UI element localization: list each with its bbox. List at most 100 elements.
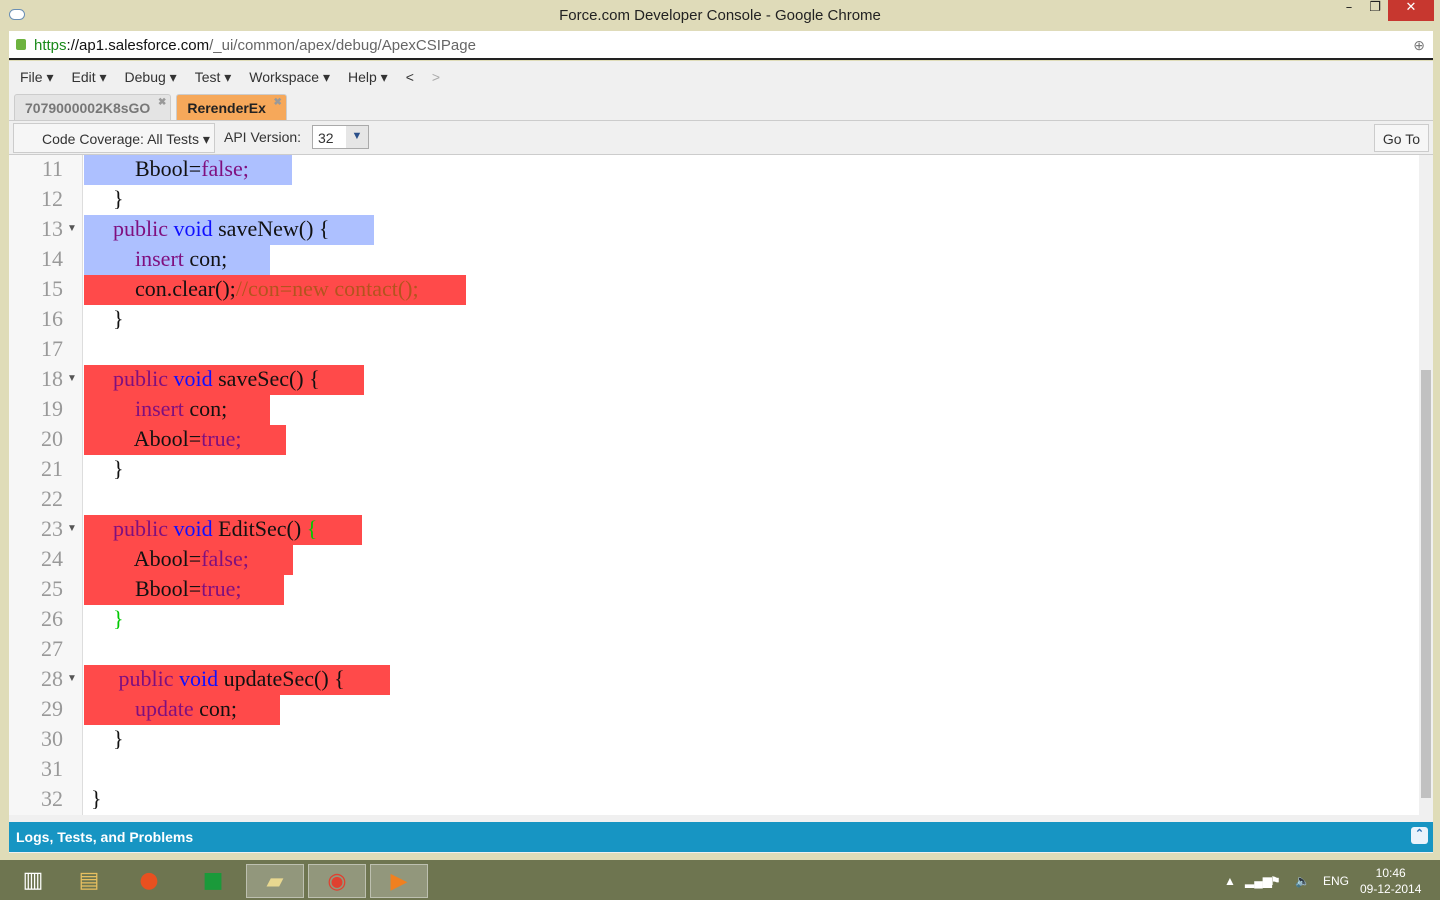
code-text: } — [91, 785, 102, 813]
code-line[interactable]: 15 con.clear();//con=new contact(); — [9, 275, 1417, 305]
code-line[interactable]: 26 } — [9, 605, 1417, 635]
fold-icon[interactable]: ▼ — [67, 665, 77, 693]
code-line[interactable]: 31 — [9, 755, 1417, 785]
menu-file[interactable]: File ▾ — [20, 69, 53, 86]
close-tab-icon[interactable]: ✖ — [158, 97, 166, 108]
menu-test[interactable]: Test ▾ — [195, 69, 232, 86]
line-number: 31 — [41, 756, 63, 781]
menu-debug[interactable]: Debug ▾ — [125, 69, 177, 86]
code-line[interactable]: 14 insert con; — [9, 245, 1417, 275]
code-token: saveNew() { — [218, 216, 330, 241]
maximize-button[interactable]: ❐ — [1362, 0, 1388, 21]
code-line[interactable]: 32} — [9, 785, 1417, 815]
code-text: Abool=true; — [91, 425, 242, 453]
fold-icon[interactable]: ▼ — [67, 215, 77, 243]
vertical-scrollbar[interactable] — [1419, 155, 1433, 815]
store-icon[interactable]: ■ — [184, 864, 242, 898]
code-coverage-dropdown[interactable]: Code Coverage: All Tests ▾ — [13, 123, 215, 153]
scrollbar-thumb[interactable] — [1421, 370, 1431, 798]
network-icon[interactable]: ▂▄▆ — [1245, 874, 1272, 888]
code-line[interactable]: 23 ▼ public void EditSec() { — [9, 515, 1417, 545]
logs-panel-header[interactable]: Logs, Tests, and Problems ⌃ — [9, 822, 1433, 852]
code-line[interactable]: 24 Abool=false; — [9, 545, 1417, 575]
code-token: Abool= — [133, 546, 202, 571]
code-line[interactable]: 30 } — [9, 725, 1417, 755]
menu-edit[interactable]: Edit ▾ — [71, 69, 106, 86]
nav-forward-button[interactable]: > — [432, 69, 440, 85]
close-tab-icon[interactable]: ✖ — [274, 97, 282, 108]
minimize-button[interactable]: – — [1336, 0, 1362, 21]
code-line[interactable]: 28 ▼ public void updateSec() { — [9, 665, 1417, 695]
clock[interactable]: 10:46 09-12-2014 — [1360, 865, 1421, 897]
media-player-icon[interactable]: ▶ — [370, 864, 428, 898]
tab-label: RerenderEx — [187, 100, 266, 116]
code-line[interactable]: 29 update con; — [9, 695, 1417, 725]
code-line[interactable]: 25 Bbool=true; — [9, 575, 1417, 605]
code-line[interactable]: 19 insert con; — [9, 395, 1417, 425]
code-text: Bbool=false; — [91, 155, 249, 183]
code-line[interactable]: 17 — [9, 335, 1417, 365]
language-indicator[interactable]: ENG — [1323, 874, 1349, 888]
show-hidden-icons[interactable]: ▲ — [1224, 874, 1236, 888]
api-version-select[interactable]: 32 ▼ — [312, 125, 369, 149]
firefox-icon[interactable]: ● — [120, 864, 178, 898]
expand-icon[interactable]: ⌃ — [1411, 827, 1428, 844]
window-title: Force.com Developer Console - Google Chr… — [559, 7, 881, 24]
line-number: 18 — [41, 366, 63, 391]
chevron-down-icon[interactable]: ▼ — [346, 126, 368, 148]
code-editor[interactable]: 11 Bbool=false; 12 } 13 ▼ public void saveN… — [9, 154, 1433, 815]
tab-rerenderex[interactable]: RerenderEx ✖ — [176, 94, 287, 120]
editor-toolbar: Code Coverage: All Tests ▾ API Version: … — [9, 121, 1433, 154]
url-host: ://ap1.salesforce.com — [66, 37, 210, 54]
flag-icon[interactable]: ⚑ — [1270, 874, 1281, 888]
line-number: 14 — [41, 246, 63, 271]
chrome-icon[interactable]: ◉ — [308, 864, 366, 898]
code-line[interactable]: 22 — [9, 485, 1417, 515]
desktop-icon[interactable]: ▥ — [4, 864, 62, 898]
code-token: saveSec() { — [218, 366, 320, 391]
go-to-button[interactable]: Go To — [1373, 124, 1429, 152]
address-bar[interactable]: https://ap1.salesforce.com/_ui/common/ap… — [9, 31, 1433, 60]
editor-tabs: 7079000002K8sGO ✖ RerenderEx ✖ — [9, 93, 1433, 121]
nav-back-button[interactable]: < — [406, 69, 414, 85]
close-button[interactable]: ✕ — [1388, 0, 1434, 21]
code-token: insert — [135, 246, 190, 271]
line-number: 17 — [41, 336, 63, 361]
code-line[interactable]: 16 } — [9, 305, 1417, 335]
fold-icon[interactable]: ▼ — [67, 515, 77, 543]
code-token: { — [306, 516, 318, 541]
menu-workspace[interactable]: Workspace ▾ — [249, 69, 330, 86]
line-number: 29 — [41, 696, 63, 721]
code-token: true; — [201, 576, 242, 601]
code-token: false; — [201, 156, 249, 181]
code-token: } — [91, 306, 124, 331]
code-token: } — [91, 456, 124, 481]
code-line[interactable]: 21 } — [9, 455, 1417, 485]
code-token: con; — [189, 396, 228, 421]
fold-icon[interactable]: ▼ — [67, 365, 77, 393]
code-token: update — [135, 696, 200, 721]
line-number: 12 — [41, 186, 63, 211]
code-line[interactable]: 27 — [9, 635, 1417, 665]
code-line[interactable]: 11 Bbool=false; — [9, 155, 1417, 185]
code-line[interactable]: 20 Abool=true; — [9, 425, 1417, 455]
code-line[interactable]: 18 ▼ public void saveSec() { — [9, 365, 1417, 395]
line-number: 20 — [41, 426, 63, 451]
code-line[interactable]: 13 ▼ public void saveNew() { — [9, 215, 1417, 245]
code-text: } — [91, 725, 124, 753]
code-line[interactable]: 12 } — [9, 185, 1417, 215]
line-number: 25 — [41, 576, 63, 601]
logs-panel-title: Logs, Tests, and Problems — [16, 829, 194, 845]
folder-icon[interactable]: ▰ — [246, 864, 304, 898]
volume-icon[interactable]: 🔈 — [1295, 874, 1310, 888]
menu-help[interactable]: Help ▾ — [348, 69, 388, 86]
tab-log[interactable]: 7079000002K8sGO ✖ — [14, 94, 172, 120]
zoom-icon[interactable]: ⊕ — [1413, 37, 1425, 54]
file-explorer-icon[interactable]: ▤ — [60, 864, 118, 898]
